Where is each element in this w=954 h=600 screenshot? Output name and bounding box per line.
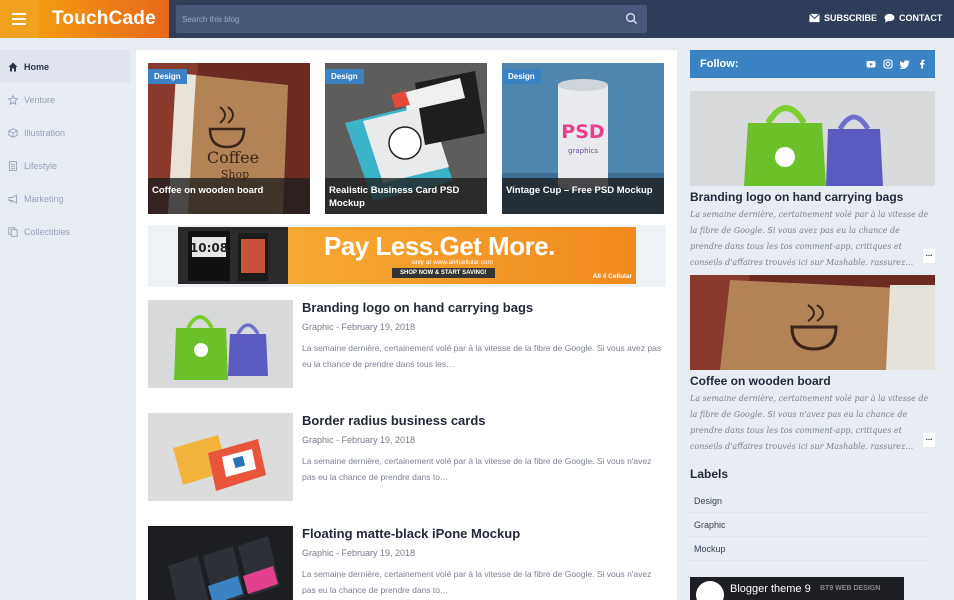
banner-cta[interactable]: SHOP NOW & START SAVING! (392, 268, 495, 278)
video-widget[interactable]: Blogger theme 9 BT9 WEB DESIGN (690, 577, 904, 600)
cards-thumbnail[interactable] (148, 413, 293, 501)
card-title[interactable]: Realistic Business Card PSD Mockup (325, 178, 487, 214)
copy-icon (8, 226, 18, 237)
nav-item-lifestyle[interactable]: Lifestyle (0, 149, 130, 182)
phones-image: 10:08 (178, 227, 288, 284)
nav-label: Marketing (24, 193, 64, 204)
nav-label: Lifestyle (24, 160, 58, 171)
post-item: Branding logo on hand carrying bags Grap… (148, 300, 666, 390)
main-content: Coffee Shop Design Coffee on wooden boar… (136, 50, 677, 600)
post-meta: Graphic - February 19, 2018 (302, 435, 416, 445)
subscribe-link[interactable]: SUBSCRIBE (809, 13, 877, 23)
label-link-mockup[interactable]: Mockup (690, 537, 930, 561)
instagram-icon[interactable] (883, 59, 893, 69)
post-meta: Graphic - February 19, 2018 (302, 548, 416, 558)
banner-headline: Pay Less.Get More. (324, 231, 555, 261)
featured-card[interactable]: Coffee Shop Design Coffee on wooden boar… (148, 63, 310, 214)
nav-item-venture[interactable]: Venture (0, 83, 130, 116)
top-header: TouchCade SUBSCRIBE CONTACT (0, 0, 954, 38)
sidebar-post-text: La semaine dernière, certainement volé p… (690, 210, 929, 265)
category-badge[interactable]: Design (325, 69, 364, 84)
iphone-thumbnail[interactable] (148, 526, 293, 600)
category-badge[interactable]: Design (502, 69, 541, 84)
nav-item-home[interactable]: Home (0, 50, 130, 83)
contact-link[interactable]: CONTACT (884, 13, 942, 23)
more-indicator[interactable]: ... (923, 249, 935, 263)
post-excerpt: La semaine dernière, certainement volé p… (302, 456, 652, 482)
sidebar-post-text: La semaine dernière, certainement volé p… (690, 394, 929, 449)
nav-label: Venture (24, 94, 56, 105)
svg-text:graphics: graphics (568, 147, 598, 155)
follow-label: Follow: (700, 58, 739, 70)
post-excerpt: La semaine dernière, certainement volé p… (302, 343, 662, 369)
svg-text:10:08: 10:08 (190, 241, 228, 255)
file-icon (9, 160, 17, 171)
sidebar-post-title[interactable]: Coffee on wooden board (690, 374, 831, 388)
post-item: Floating matte-black iPone Mockup Graphi… (148, 526, 666, 600)
category-badge[interactable]: Design (148, 69, 187, 84)
bags-image[interactable] (690, 91, 935, 186)
search-bar (176, 5, 647, 33)
channel-avatar (696, 581, 724, 600)
nav-item-marketing[interactable]: Marketing (0, 182, 130, 215)
more-indicator[interactable]: ... (923, 433, 935, 447)
search-input[interactable] (176, 5, 616, 33)
labels-heading: Labels (690, 467, 729, 481)
nav-label: Home (24, 61, 50, 72)
banner-subline: only at www.all4cellular.com (412, 259, 493, 266)
card-title[interactable]: Vintage Cup – Free PSD Mockup (502, 178, 664, 214)
banner-brand: All 4 Cellular (592, 273, 632, 280)
svg-text:Coffee: Coffee (207, 148, 259, 167)
label-link-graphic[interactable]: Graphic (690, 513, 930, 537)
envelope-icon (809, 13, 820, 23)
post-item: Border radius business cards Graphic - F… (148, 413, 666, 503)
post-excerpt: La semaine dernière, certainement volé p… (302, 569, 652, 595)
facebook-icon[interactable] (917, 59, 927, 69)
post-meta: Graphic - February 19, 2018 (302, 322, 416, 332)
cube-icon (8, 127, 18, 138)
search-icon[interactable] (625, 12, 638, 25)
svg-text:PSD: PSD (561, 121, 604, 143)
star-icon (8, 94, 18, 105)
right-sidebar: Follow: Branding logo on hand carrying b… (690, 50, 935, 449)
post-title[interactable]: Border radius business cards (302, 413, 486, 428)
nav-item-collectibles[interactable]: Collectibles (0, 215, 130, 248)
ad-banner[interactable]: 10:08 Pay Less.Get More. only at www.all… (178, 227, 636, 284)
nav-label: Collectibles (24, 226, 71, 237)
twitter-icon[interactable] (900, 59, 910, 69)
post-title[interactable]: Branding logo on hand carrying bags (302, 300, 533, 315)
follow-bar: Follow: (690, 50, 935, 78)
coffee-board-image[interactable] (690, 275, 935, 370)
featured-card[interactable]: PSD graphics Design Vintage Cup – Free P… (502, 63, 664, 214)
subscribe-label: SUBSCRIBE (824, 13, 878, 23)
left-navigation: Home Venture Illustration Lifestyle Mark… (0, 50, 130, 248)
label-link-design[interactable]: Design (690, 489, 930, 513)
chat-icon (884, 13, 895, 23)
ad-banner-container: 10:08 Pay Less.Get More. only at www.all… (148, 225, 666, 287)
home-icon (8, 62, 18, 71)
video-title[interactable]: Blogger theme 9 (730, 583, 811, 595)
card-title[interactable]: Coffee on wooden board (148, 178, 310, 214)
bags-thumbnail[interactable] (148, 300, 293, 388)
featured-card[interactable]: Design Realistic Business Card PSD Mocku… (325, 63, 487, 214)
site-logo[interactable]: TouchCade (38, 0, 169, 38)
video-brand: BT9 WEB DESIGN (820, 585, 881, 592)
youtube-icon[interactable] (866, 59, 876, 69)
megaphone-icon (8, 193, 17, 204)
nav-label: Illustration (24, 127, 66, 138)
social-icons (866, 50, 927, 78)
post-title[interactable]: Floating matte-black iPone Mockup (302, 526, 520, 541)
contact-label: CONTACT (899, 13, 943, 23)
sidebar-post-title[interactable]: Branding logo on hand carrying bags (690, 190, 903, 204)
menu-button[interactable] (0, 0, 38, 38)
nav-item-illustration[interactable]: Illustration (0, 116, 130, 149)
hamburger-icon (12, 13, 26, 25)
